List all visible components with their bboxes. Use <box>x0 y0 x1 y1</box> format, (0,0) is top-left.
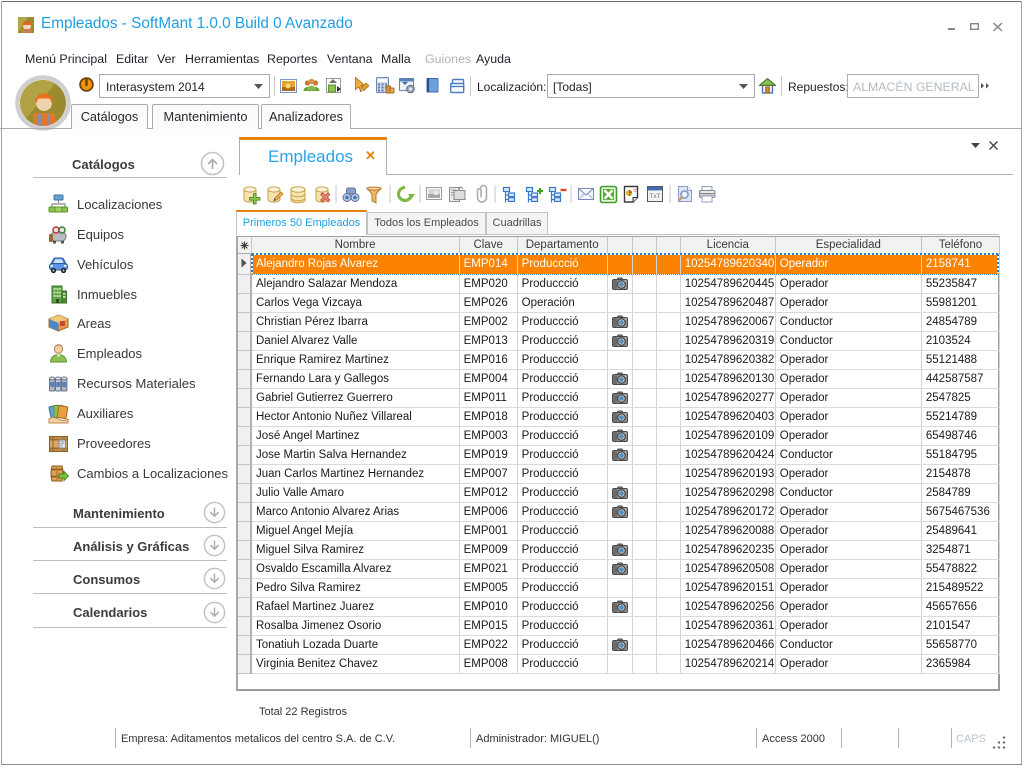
svg-text:TxT: TxT <box>649 193 660 200</box>
